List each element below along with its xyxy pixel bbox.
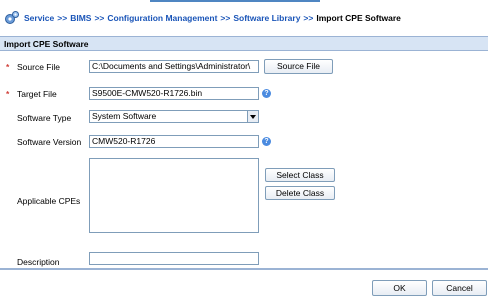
breadcrumb-current: Import CPE Software — [316, 13, 401, 23]
source-file-label: Source File — [17, 62, 60, 72]
ok-button[interactable]: OK — [372, 280, 427, 296]
top-strip — [0, 0, 488, 4]
delete-class-button[interactable]: Delete Class — [265, 186, 335, 200]
breadcrumb-separator: >> — [303, 13, 314, 23]
source-file-button[interactable]: Source File — [264, 59, 333, 74]
breadcrumb-separator: >> — [57, 13, 68, 23]
software-type-value: System Software — [92, 111, 157, 121]
panel-title: Import CPE Software — [0, 37, 488, 51]
cancel-button[interactable]: Cancel — [432, 280, 487, 296]
breadcrumb: Service >> BIMS >> Configuration Managem… — [4, 10, 401, 26]
breadcrumb-software-library[interactable]: Software Library — [233, 13, 300, 23]
help-icon[interactable]: ? — [262, 137, 271, 146]
service-gear-icon — [5, 11, 19, 24]
software-version-label: Software Version — [17, 137, 82, 147]
applicable-cpes-label: Applicable CPEs — [17, 196, 81, 206]
description-label: Description — [17, 257, 60, 267]
required-mark: * — [6, 62, 10, 72]
footer-divider — [0, 269, 488, 270]
breadcrumb-service[interactable]: Service — [24, 13, 54, 23]
software-type-select[interactable]: System Software — [89, 110, 259, 123]
description-input[interactable] — [89, 252, 259, 265]
software-type-label: Software Type — [17, 113, 72, 123]
required-mark: * — [6, 89, 10, 99]
chevron-down-icon[interactable] — [247, 111, 258, 122]
breadcrumb-bims[interactable]: BIMS — [70, 13, 91, 23]
breadcrumb-separator: >> — [220, 13, 231, 23]
applicable-cpes-list[interactable] — [89, 158, 259, 233]
software-version-input[interactable]: CMW520-R1726 — [89, 135, 259, 148]
breadcrumb-separator: >> — [94, 13, 105, 23]
breadcrumb-configuration-management[interactable]: Configuration Management — [107, 13, 217, 23]
target-file-input[interactable]: S9500E-CMW520-R1726.bin — [89, 87, 259, 100]
target-file-label: Target File — [17, 89, 57, 99]
select-class-button[interactable]: Select Class — [265, 168, 335, 182]
source-file-input[interactable]: C:\Documents and Settings\Administrator\ — [89, 60, 259, 73]
help-icon[interactable]: ? — [262, 89, 271, 98]
